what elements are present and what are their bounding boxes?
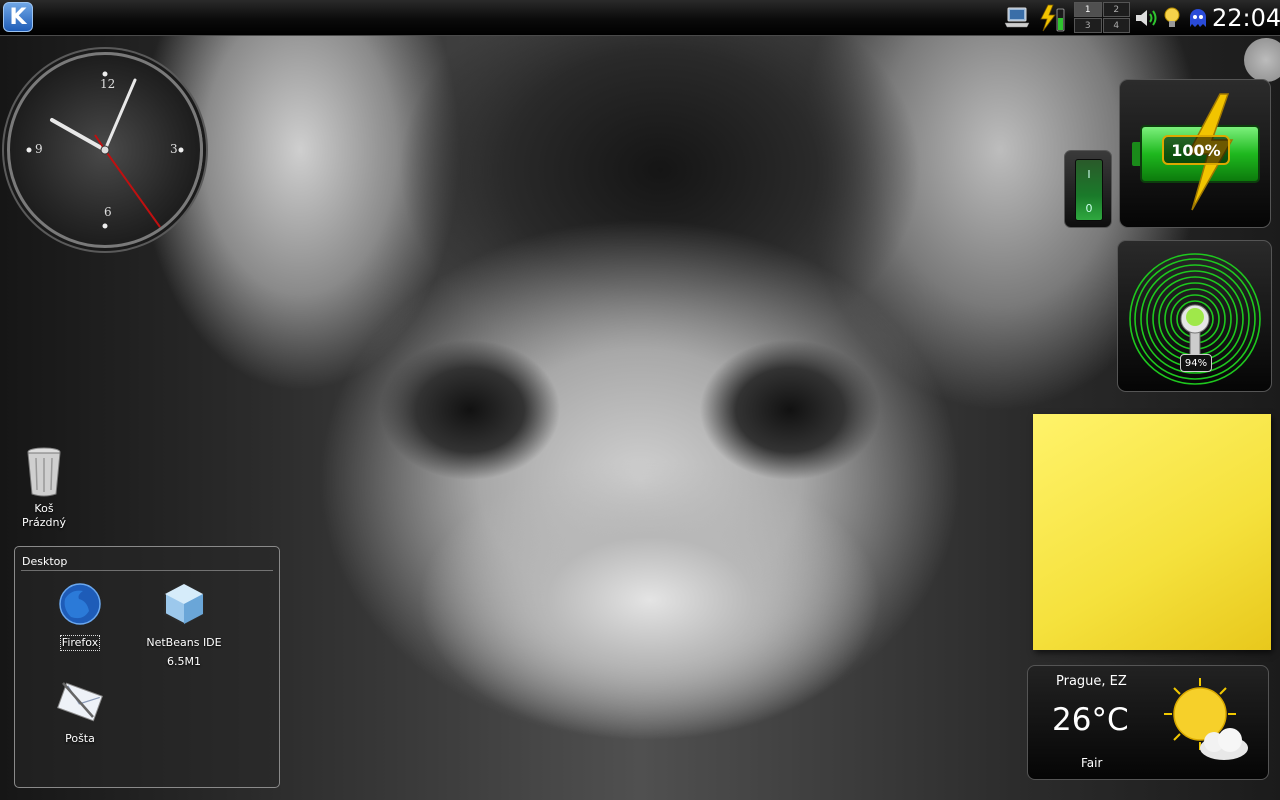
mail-launcher[interactable]: Pošta (35, 677, 125, 746)
weather-condition: Fair (1081, 756, 1103, 770)
mail-label: Pošta (65, 732, 95, 745)
panel-clock[interactable]: 22:04 (1212, 2, 1280, 34)
clock-hands (26, 71, 184, 229)
netbeans-launcher[interactable]: NetBeans IDE 6.5M1 (139, 581, 229, 669)
laptop-icon[interactable] (1002, 4, 1032, 32)
folder-view-widget[interactable]: Desktop Firefox NetBeans IDE 6.5M1 Pošta (14, 546, 280, 788)
pager-desktop-3[interactable]: 3 (1074, 18, 1102, 33)
firefox-launcher[interactable]: Firefox (35, 581, 125, 651)
virtual-desktop-pager[interactable]: 1 2 3 4 (1074, 2, 1130, 33)
switch-rail[interactable]: I 0 (1075, 159, 1103, 221)
speaker-icon[interactable] (1133, 4, 1159, 32)
battery-widget[interactable]: 100% (1119, 79, 1271, 228)
folder-view-title: Desktop (22, 555, 68, 568)
mail-icon[interactable] (57, 677, 103, 723)
trash-icon[interactable] (24, 446, 64, 498)
folder-view-divider (21, 570, 273, 571)
lightbulb-icon[interactable] (1161, 4, 1183, 32)
netbeans-icon[interactable] (161, 581, 207, 627)
weather-location: Prague, EZ (1056, 674, 1127, 689)
desktop-toolbox-cashew[interactable] (1244, 38, 1280, 82)
weather-temperature: 26°C (1052, 702, 1129, 738)
battery-percent-label: 100% (1162, 135, 1230, 165)
sticky-note-widget[interactable] (1033, 414, 1271, 650)
power-icon[interactable] (1036, 4, 1068, 32)
power-switch-widget[interactable]: I 0 (1064, 150, 1112, 228)
kde-menu-button[interactable]: K (3, 2, 33, 32)
trash-icon-item[interactable]: Koš Prázdný (10, 446, 78, 536)
pager-desktop-4[interactable]: 4 (1102, 18, 1130, 33)
trash-name-label: Koš (34, 502, 54, 515)
pager-desktop-1[interactable]: 1 (1074, 2, 1102, 17)
switch-on-label: I (1087, 168, 1091, 181)
top-panel: K 1 2 3 4 22:04 (0, 0, 1280, 36)
trash-status-label: Prázdný (22, 516, 66, 529)
netbeans-label: NetBeans IDE (146, 636, 222, 649)
weather-widget[interactable]: Prague, EZ 26°C Fair (1027, 665, 1269, 780)
pacman-icon[interactable] (1186, 4, 1210, 32)
firefox-icon[interactable] (57, 581, 103, 627)
sun-cloud-icon (1164, 678, 1248, 760)
firefox-label: Firefox (59, 635, 101, 651)
netbeans-version-label: 6.5M1 (167, 655, 201, 668)
volume-percent-label: 94% (1180, 354, 1212, 372)
analog-clock-widget: 12 3 6 9 (7, 52, 203, 248)
volume-widget[interactable]: 94% (1117, 240, 1272, 392)
pager-desktop-2[interactable]: 2 (1102, 2, 1130, 17)
switch-off-label: 0 (1085, 202, 1093, 215)
